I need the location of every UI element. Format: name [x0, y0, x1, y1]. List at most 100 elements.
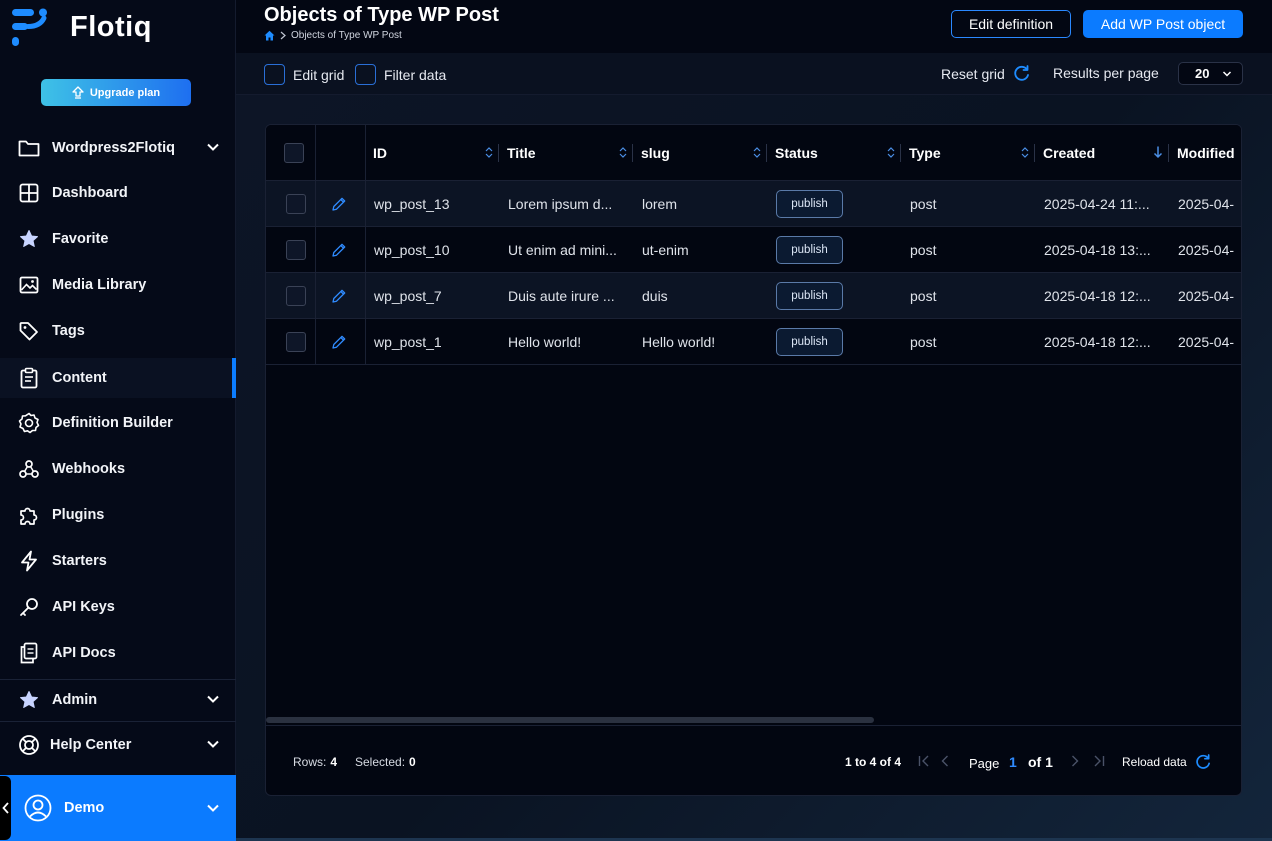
chevron-left-icon	[1, 802, 9, 814]
sidebar-item-label: Wordpress2Flotiq	[52, 140, 175, 156]
table-row[interactable]: wp_post_1 Hello world! Hello world! publ…	[266, 319, 1241, 365]
row-checkbox[interactable]	[286, 332, 306, 352]
filter-data-checkbox[interactable]	[355, 64, 376, 85]
sidebar-item-definition-builder[interactable]: Definition Builder	[0, 403, 236, 443]
next-page-button[interactable]	[1069, 754, 1081, 768]
cell-modified: 2025-04-	[1178, 334, 1235, 350]
column-header-status[interactable]: Status	[767, 125, 901, 181]
key-icon	[18, 596, 40, 618]
cell-title: Hello world!	[508, 334, 582, 350]
table-row[interactable]: wp_post_7 Duis aute irure ... duis publi…	[266, 273, 1241, 319]
chevron-down-icon	[206, 801, 220, 819]
pencil-icon[interactable]	[331, 242, 347, 258]
table-row[interactable]: wp_post_13 Lorem ipsum d... lorem publis…	[266, 181, 1241, 227]
sidebar-item-label: Definition Builder	[52, 415, 173, 431]
sidebar-collapse-button[interactable]	[0, 776, 11, 840]
sidebar-item-label: Tags	[52, 323, 85, 339]
sort-icon[interactable]	[887, 146, 895, 159]
user-name: Demo	[64, 800, 105, 816]
filter-data-toggle[interactable]: Filter data	[355, 64, 446, 85]
sidebar-item-label: Plugins	[52, 507, 105, 523]
last-page-button[interactable]	[1092, 754, 1106, 768]
sidebar-item-label: Dashboard	[52, 185, 128, 201]
sidebar-item-plugins[interactable]: Plugins	[0, 495, 236, 535]
add-object-button[interactable]: Add WP Post object	[1083, 10, 1243, 38]
image-icon	[18, 274, 40, 296]
table-row[interactable]: wp_post_10 Ut enim ad mini... ut-enim pu…	[266, 227, 1241, 273]
sidebar-item-tags[interactable]: Tags	[0, 311, 236, 351]
star-icon	[18, 228, 40, 250]
reset-grid-button[interactable]: Reset grid	[941, 65, 1030, 82]
sidebar-item-help-center[interactable]: Help Center	[0, 725, 236, 765]
user-avatar-icon	[24, 794, 52, 822]
column-label: slug	[641, 145, 670, 161]
column-header-created[interactable]: Created	[1035, 125, 1169, 181]
reload-data-button[interactable]: Reload data	[1122, 754, 1211, 770]
select-all-checkbox[interactable]	[284, 143, 304, 163]
select-all-cell	[284, 125, 304, 181]
column-header-id[interactable]: ID	[365, 125, 499, 181]
selected-value: 0	[409, 755, 416, 769]
cell-title: Lorem ipsum d...	[508, 196, 613, 212]
sidebar-item-admin[interactable]: Admin	[0, 680, 236, 720]
status-badge: publish	[776, 236, 843, 264]
sort-descending-icon[interactable]	[1153, 145, 1163, 159]
cell-type: post	[910, 288, 937, 304]
page-total: of 1	[1028, 754, 1053, 770]
pencil-icon[interactable]	[331, 196, 347, 212]
edit-grid-toggle[interactable]: Edit grid	[264, 64, 344, 85]
sidebar-item-webhooks[interactable]: Webhooks	[0, 449, 236, 489]
pencil-icon[interactable]	[331, 334, 347, 350]
sort-icon[interactable]	[619, 146, 627, 159]
horizontal-scrollbar[interactable]	[266, 717, 874, 723]
row-checkbox[interactable]	[286, 286, 306, 306]
star-icon	[18, 689, 40, 711]
column-header-modified[interactable]: Modified	[1169, 125, 1241, 181]
gear-icon	[18, 412, 40, 434]
column-label: Title	[507, 145, 536, 161]
cell-modified: 2025-04-	[1178, 242, 1235, 258]
cell-created: 2025-04-18 12:...	[1044, 288, 1151, 304]
cell-id: wp_post_1	[374, 334, 442, 350]
reset-grid-label: Reset grid	[941, 65, 1005, 82]
previous-page-button[interactable]	[939, 754, 951, 768]
sidebar-item-wordpress2flotiq[interactable]: Wordpress2Flotiq	[0, 128, 236, 168]
edit-definition-button[interactable]: Edit definition	[951, 10, 1071, 38]
puzzle-icon	[18, 504, 40, 526]
sort-icon[interactable]	[485, 146, 493, 159]
sidebar-item-starters[interactable]: Starters	[0, 541, 236, 581]
home-icon[interactable]	[264, 30, 275, 41]
sidebar-item-api-docs[interactable]: API Docs	[0, 633, 236, 673]
logo[interactable]: Flotiq	[10, 6, 152, 48]
sidebar-item-media-library[interactable]: Media Library	[0, 265, 236, 305]
sidebar-item-api-keys[interactable]: API Keys	[0, 587, 236, 627]
row-checkbox[interactable]	[286, 240, 306, 260]
reload-data-label: Reload data	[1122, 755, 1187, 769]
sidebar-item-label: Starters	[52, 553, 107, 569]
cell-slug: lorem	[642, 196, 678, 212]
sidebar-divider	[0, 721, 236, 722]
selected-count: Selected: 0	[355, 755, 416, 769]
results-per-page-select[interactable]: 20	[1178, 62, 1243, 85]
results-per-page-label: Results per page	[1053, 65, 1159, 81]
first-page-button[interactable]	[917, 754, 931, 768]
upgrade-plan-button[interactable]: Upgrade plan	[41, 79, 191, 106]
pencil-icon[interactable]	[331, 288, 347, 304]
upgrade-plan-label: Upgrade plan	[89, 86, 161, 99]
sidebar-item-dashboard[interactable]: Dashboard	[0, 173, 236, 213]
sidebar-item-label: Help Center	[50, 737, 132, 753]
column-header-title[interactable]: Title	[499, 125, 633, 181]
row-checkbox[interactable]	[286, 194, 306, 214]
edit-cell	[331, 319, 347, 365]
column-header-slug[interactable]: slug	[633, 125, 767, 181]
sidebar-item-favorite[interactable]: Favorite	[0, 219, 236, 259]
edit-cell	[331, 181, 347, 227]
breadcrumb: Objects of Type WP Post	[264, 30, 402, 41]
sort-icon[interactable]	[1021, 146, 1029, 159]
column-header-type[interactable]: Type	[901, 125, 1035, 181]
user-menu[interactable]: Demo	[0, 775, 236, 841]
edit-grid-checkbox[interactable]	[264, 64, 285, 85]
sort-icon[interactable]	[753, 146, 761, 159]
rows-label: Rows:	[293, 755, 327, 769]
sidebar-item-content[interactable]: Content	[0, 358, 236, 398]
